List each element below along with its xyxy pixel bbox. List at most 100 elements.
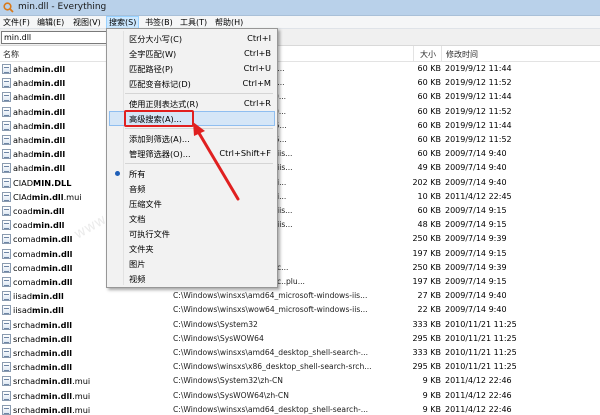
search-input[interactable] — [1, 31, 121, 44]
menu-item-label: 所有 — [129, 169, 146, 179]
menu-file[interactable]: 文件(F) — [1, 16, 32, 29]
file-row[interactable]: srchadmin.dll C:\Windows\winsxs\amd64_des… — [0, 346, 600, 360]
file-row[interactable]: ahadmin.dllDistribution\Download\6c30...… — [0, 105, 600, 119]
search-menu-dropdown: 区分大小写(C) Ctrl+I 全字匹配(W) Ctrl+B 匹配路径(P) C… — [106, 28, 278, 288]
dll-file-icon — [2, 206, 11, 216]
file-size: 197 KB — [412, 248, 441, 258]
file-row[interactable]: comadmin.dllamd64_microsoft-windows-c...… — [0, 261, 600, 275]
file-row[interactable]: srchadmin.dll.mui C:\Windows\SysWOW64\zh-… — [0, 389, 600, 403]
file-name-suffix: .mui — [72, 404, 91, 415]
menu-separator — [125, 128, 273, 129]
menu-item-regex[interactable]: 使用正则表达式(R) Ctrl+R — [109, 96, 275, 111]
menu-item-filter-folder[interactable]: 文件夹 — [109, 241, 275, 256]
dll-file-icon — [2, 305, 11, 316]
file-name-prefix: ahad — [13, 135, 34, 145]
dll-file-icon — [2, 135, 11, 145]
file-row[interactable]: comadmin.dllamd64_microsoft-windows-c..p… — [0, 275, 600, 289]
menu-item-label: 压缩文件 — [129, 199, 162, 209]
file-row[interactable]: ahadmin.dllDistribution\Download\8385...… — [0, 133, 600, 147]
file-row[interactable]: ahadmin.dllDistribution\Download\0f71...… — [0, 76, 600, 90]
file-name-match: min.dll — [33, 163, 66, 174]
dll-file-icon — [2, 333, 11, 344]
menu-item-filter-picture[interactable]: 图片 — [109, 256, 275, 271]
file-row[interactable]: ahadmin.dllDistribution\Download\6c30...… — [0, 90, 600, 104]
file-name-suffix: .mui — [72, 390, 91, 401]
menu-item-filter-document[interactable]: 文档 — [109, 211, 275, 226]
menu-item-filter-everything[interactable]: 所有 — [109, 166, 275, 181]
file-row[interactable]: iisadmin.dll C:\Windows\winsxs\amd64_micr… — [0, 289, 600, 303]
file-name-suffix: .mui — [63, 191, 82, 202]
file-name-prefix: srchad — [13, 319, 41, 330]
menu-item-match-path[interactable]: 匹配路径(P) Ctrl+U — [109, 61, 275, 76]
menu-item-filter-executable[interactable]: 可执行文件 — [109, 226, 275, 241]
file-name: ahadmin.dll — [13, 121, 65, 131]
file-name-prefix: srchad — [13, 404, 41, 415]
file-name: ahadmin.dll — [13, 135, 65, 145]
column-header-date[interactable]: 修改时间 — [446, 49, 478, 60]
file-name-match: min.dll — [33, 78, 66, 89]
file-name-prefix: ahad — [13, 120, 34, 131]
menu-edit[interactable]: 编辑(E) — [35, 16, 66, 29]
menu-item-filter-video[interactable]: 视频 — [109, 271, 275, 286]
file-name-match: min.dll — [40, 362, 73, 373]
menu-item-organize-filters[interactable]: 管理筛选器(O)... Ctrl+Shift+F — [109, 146, 275, 161]
menu-item-whole-word[interactable]: 全字匹配(W) Ctrl+B — [109, 46, 275, 61]
file-name-match: min.dll — [32, 305, 64, 316]
file-name-prefix: iisad — [13, 291, 33, 302]
file-row[interactable]: srchadmin.dll C:\Windows\SysWOW64 295 KB 20… — [0, 332, 600, 346]
file-path: C:\Windows\SysWOW64\zh-CN — [173, 390, 289, 400]
file-name: CIAdmin.dll.mui — [13, 192, 82, 202]
file-name-prefix: iisad — [13, 305, 33, 316]
dll-file-icon — [2, 234, 11, 245]
file-modified-date: 2010/11/21 11:25 — [445, 333, 517, 343]
menu-item-match-diacritics[interactable]: 匹配变音标记(D) Ctrl+M — [109, 76, 275, 91]
file-path: C:\Windows\winsxs\amd64_desktop_shell-se… — [173, 348, 368, 357]
menu-item-shortcut: Ctrl+U — [243, 63, 271, 73]
file-name-prefix: CIAd — [13, 191, 32, 202]
menu-item-add-to-filters[interactable]: 添加到筛选(A)... — [109, 131, 275, 146]
column-header-name[interactable]: 名称 — [3, 49, 19, 60]
menu-item-filter-audio[interactable]: 音频 — [109, 181, 275, 196]
file-row[interactable]: ahadmin.dllDistribution\Download\8385...… — [0, 119, 600, 133]
file-row[interactable]: iisadmin.dll C:\Windows\winsxs\wow64_micr… — [0, 303, 600, 317]
file-row[interactable]: coadmin.dllamd64_microsoft-windows-iis..… — [0, 204, 600, 218]
file-row[interactable]: ahadmin.dllamd64_microsoft-windows-iis..… — [0, 147, 600, 161]
file-name-match: min.dll — [40, 248, 73, 259]
dll-file-icon — [2, 404, 11, 415]
file-size: 9 KB — [422, 404, 441, 414]
file-row[interactable]: ahadmin.dllwow64_microsoft-windows-iis..… — [0, 161, 600, 175]
file-row[interactable]: ahadmin.dllDistribution\Download\0f71...… — [0, 62, 600, 76]
file-row[interactable]: CIADMIN.DLLamd64_microsoft-windows-i...2… — [0, 176, 600, 190]
file-name: iisadmin.dll — [13, 305, 64, 315]
file-row[interactable]: srchadmin.dll.mui C:\Windows\System32\zh-… — [0, 374, 600, 388]
file-row[interactable]: srchadmin.dll C:\Windows\winsxs\x86_deskt… — [0, 360, 600, 374]
file-name: srchadmin.dll — [13, 334, 72, 344]
dll-file-icon — [2, 390, 11, 401]
file-name: ahadmin.dll — [13, 163, 65, 173]
menu-separator — [125, 93, 273, 94]
menu-item-match-case[interactable]: 区分大小写(C) Ctrl+I — [109, 31, 275, 46]
file-size: 250 KB — [412, 234, 441, 244]
file-row[interactable]: srchadmin.dll.mui C:\Windows\winsxs\amd64… — [0, 403, 600, 415]
file-name-match: min.dll — [33, 106, 66, 117]
menu-item-label: 可执行文件 — [129, 229, 170, 239]
column-header-size[interactable]: 大小 — [420, 49, 436, 60]
file-row[interactable]: CIAdmin.dll.muiamd64_microsoft-windows-i… — [0, 190, 600, 204]
menu-item-filter-compressed[interactable]: 压缩文件 — [109, 196, 275, 211]
highlight-box-annotation — [124, 110, 194, 127]
dll-file-icon — [2, 220, 11, 231]
file-modified-date: 2019/9/12 11:52 — [445, 78, 512, 88]
file-name-suffix: .mui — [72, 376, 91, 387]
file-size: 27 KB — [417, 291, 441, 301]
column-divider[interactable] — [413, 46, 414, 62]
file-modified-date: 2009/7/14 9:40 — [445, 163, 507, 173]
file-modified-date: 2010/11/21 11:25 — [445, 319, 517, 329]
file-name-prefix: comad — [13, 234, 41, 245]
file-name: iisadmin.dll — [13, 291, 64, 301]
file-name-match: min.dll — [40, 262, 73, 273]
column-divider[interactable] — [441, 46, 442, 62]
menu-view[interactable]: 视图(V) — [71, 16, 103, 29]
file-row[interactable]: srchadmin.dll C:\Windows\System32 333 KB 20… — [0, 318, 600, 332]
file-row[interactable]: comadmin.dllom197 KB2009/7/14 9:15 — [0, 247, 600, 261]
file-name-prefix: coad — [13, 206, 33, 216]
